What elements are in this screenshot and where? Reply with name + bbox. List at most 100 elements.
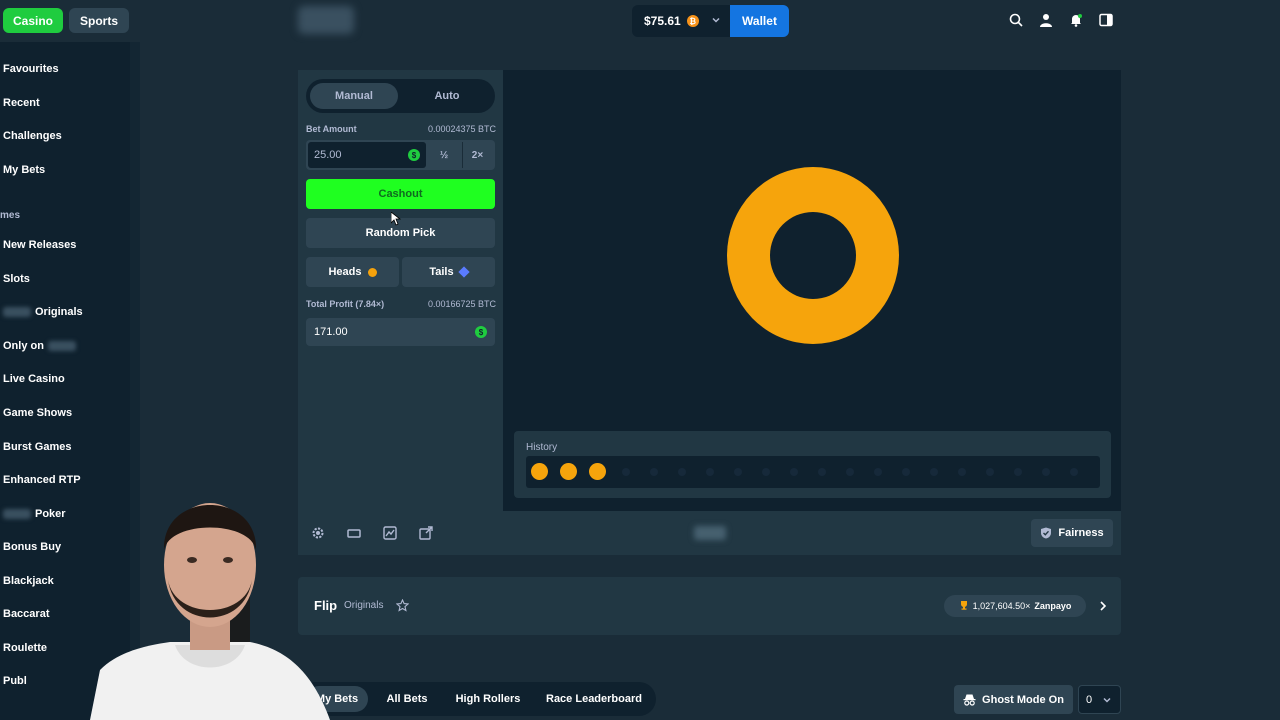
sidebar-item-label: Roulette <box>3 642 47 654</box>
casino-button[interactable]: Casino <box>3 8 63 33</box>
sidebar-item-label: Publ <box>3 675 27 687</box>
tab-race-leaderboard[interactable]: Race Leaderboard <box>536 686 652 712</box>
blurred-brand <box>3 307 31 317</box>
chevron-down-icon <box>1103 697 1111 703</box>
shield-check-icon <box>1041 527 1052 539</box>
heads-coin-icon <box>367 267 377 277</box>
chevron-right-icon[interactable] <box>1098 599 1108 617</box>
ghost-mode-label: Ghost Mode On <box>982 693 1064 706</box>
tab-auto[interactable]: Auto <box>402 83 492 109</box>
tab-all-bets[interactable]: All Bets <box>374 686 440 712</box>
sidebar-item-label: Burst Games <box>3 441 72 453</box>
sidebar-item-originals[interactable]: Originals <box>3 306 83 318</box>
double-bet-button[interactable]: 2× <box>462 142 492 168</box>
sidebar-item-bonus-buy[interactable]: Bonus Buy <box>3 541 61 553</box>
history-empty-slot <box>930 468 938 476</box>
total-profit-value: 171.00 <box>314 326 348 338</box>
bet-amount-label: Bet Amount <box>306 124 357 134</box>
balance-selector[interactable]: $75.61 ₿ <box>632 5 730 37</box>
sidebar-item-only-on[interactable]: Only on <box>3 340 76 352</box>
tails-button[interactable]: Tails <box>402 257 495 287</box>
sidebar-item-new-releases[interactable]: New Releases <box>3 239 76 251</box>
sidebar-item-blackjack[interactable]: Blackjack <box>3 575 54 587</box>
record-user: Zanpayo <box>1034 601 1072 611</box>
sidebar-item-label: Originals <box>35 306 83 318</box>
chevron-down-icon <box>711 15 721 28</box>
trophy-icon <box>959 600 969 612</box>
history-empty-slot <box>790 468 798 476</box>
history-result-heads <box>531 463 548 480</box>
history-empty-slot <box>734 468 742 476</box>
sidebar-item-public[interactable]: Publ <box>3 675 27 687</box>
heads-label: Heads <box>328 266 362 278</box>
history-empty-slot <box>650 468 658 476</box>
history-empty-slot <box>846 468 854 476</box>
site-logo[interactable] <box>298 6 354 34</box>
history-empty-slot <box>1070 468 1078 476</box>
bet-count-select[interactable]: 0 <box>1078 685 1121 714</box>
total-profit-label: Total Profit (7.84×) <box>306 299 385 309</box>
fairness-button[interactable]: Fairness <box>1031 519 1113 547</box>
history-empty-slot <box>874 468 882 476</box>
bet-amount-input[interactable]: 25.00 $ <box>308 142 426 168</box>
sidebar-item-challenges[interactable]: Challenges <box>3 130 62 142</box>
history-empty-slot <box>1014 468 1022 476</box>
sidebar-item-enhanced-rtp[interactable]: Enhanced RTP <box>3 474 81 486</box>
history-result-heads <box>560 463 577 480</box>
record-multiplier: 1,027,604.50× <box>972 601 1031 611</box>
wallet-button[interactable]: Wallet <box>730 5 789 37</box>
history-empty-slot <box>958 468 966 476</box>
sidebar-item-label: Blackjack <box>3 575 54 587</box>
sidebar-item-label: Recent <box>3 97 40 109</box>
cashout-button[interactable]: Cashout <box>306 179 495 209</box>
ghost-mode-button[interactable]: Ghost Mode On <box>954 685 1073 714</box>
sidebar-item-label: Live Casino <box>3 373 65 385</box>
bet-amount-value: 25.00 <box>314 149 342 161</box>
bet-amount-btc: 0.00024375 BTC <box>427 124 496 134</box>
live-stats-icon[interactable] <box>382 525 398 541</box>
theatre-mode-icon[interactable] <box>346 525 362 541</box>
notification-bell-icon[interactable] <box>1068 12 1084 28</box>
popout-icon[interactable] <box>418 525 434 541</box>
user-icon[interactable] <box>1038 12 1054 28</box>
heads-button[interactable]: Heads <box>306 257 399 287</box>
tails-diamond-icon <box>457 266 470 278</box>
sidebar-item-slots[interactable]: Slots <box>3 273 30 285</box>
tab-high-rollers[interactable]: High Rollers <box>446 686 530 712</box>
history-empty-slot <box>622 468 630 476</box>
sidebar-item-label: Poker <box>35 508 66 520</box>
star-favourite-icon[interactable] <box>395 598 410 617</box>
sidebar-item-poker[interactable]: Poker <box>3 508 66 520</box>
sidebar-item-roulette[interactable]: Roulette <box>3 642 47 654</box>
sidebar-item-baccarat[interactable]: Baccarat <box>3 608 49 620</box>
sidebar-item-recent[interactable]: Recent <box>3 97 40 109</box>
history-empty-slot <box>706 468 714 476</box>
sidebar-item-label: Favourites <box>3 63 59 75</box>
history-empty-slot <box>902 468 910 476</box>
search-icon[interactable] <box>1008 12 1024 28</box>
bet-panel <box>298 70 503 511</box>
sidebar-item-label: Slots <box>3 273 30 285</box>
sidebar-item-label: Challenges <box>3 130 62 142</box>
sidebar-item-live-casino[interactable]: Live Casino <box>3 373 65 385</box>
sports-button[interactable]: Sports <box>69 8 129 33</box>
history-empty-slot <box>986 468 994 476</box>
mouse-cursor-icon <box>391 212 401 226</box>
total-profit-btc: 0.00166725 BTC <box>427 299 496 309</box>
half-bet-button[interactable]: ½ <box>430 142 458 168</box>
game-category: Originals <box>344 600 384 611</box>
blurred-brand <box>3 509 31 519</box>
sidebar-item-label: Bonus Buy <box>3 541 62 553</box>
record-badge: 1,027,604.50× Zanpayo <box>944 595 1086 617</box>
sidebar-item-label: Baccarat <box>3 608 50 620</box>
tab-manual[interactable]: Manual <box>310 83 398 109</box>
sidebar-item-game-shows[interactable]: Game Shows <box>3 407 72 419</box>
streamer-webcam <box>90 503 330 720</box>
history-empty-slot <box>1042 468 1050 476</box>
sidebar-toggle-icon[interactable] <box>1098 12 1114 28</box>
history-empty-slot <box>818 468 826 476</box>
sidebar-item-label: My Bets <box>3 164 46 176</box>
sidebar-item-favourites[interactable]: Favourites <box>3 63 59 75</box>
sidebar-item-burst-games[interactable]: Burst Games <box>3 441 71 453</box>
sidebar-item-my-bets[interactable]: My Bets <box>3 164 45 176</box>
